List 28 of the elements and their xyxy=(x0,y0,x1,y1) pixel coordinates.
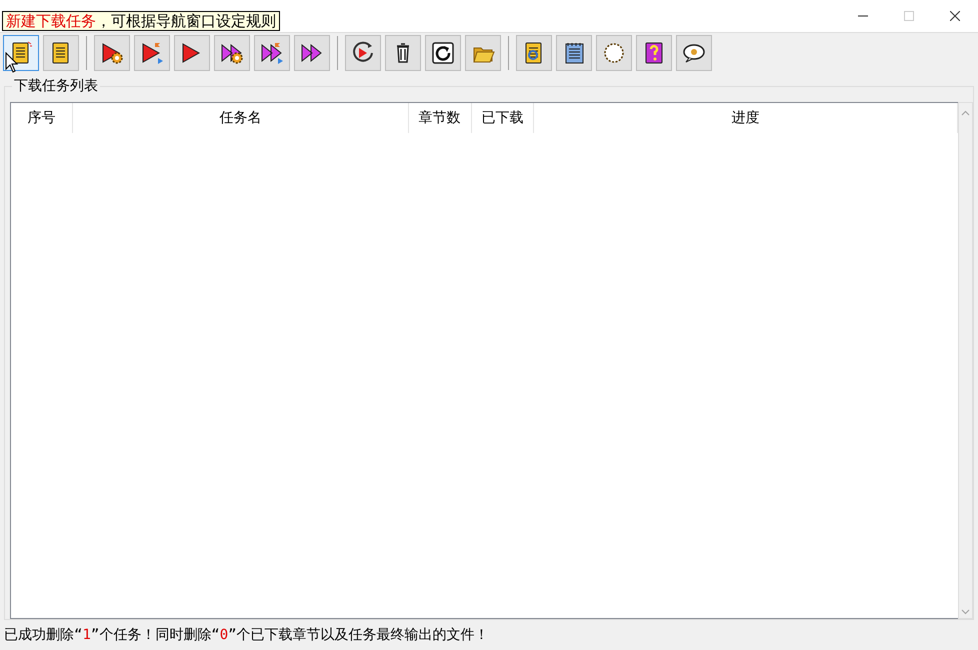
status-text: 已成功删除“1”个任务！同时删除“0”个已下载章节以及任务最终输出的文件！ xyxy=(3,626,490,645)
column-header[interactable]: 序号 xyxy=(11,103,73,133)
toolbar-button[interactable] xyxy=(94,34,130,70)
toolbar-button[interactable] xyxy=(174,34,210,70)
toolbar-button[interactable] xyxy=(596,34,632,70)
toolbar-button[interactable] xyxy=(556,34,592,70)
toolbar-button[interactable] xyxy=(345,34,381,70)
column-header[interactable]: 章节数 xyxy=(408,103,472,133)
toolbar-button[interactable] xyxy=(43,34,79,70)
toolbar-button[interactable] xyxy=(385,34,421,70)
toolbar-button[interactable] xyxy=(254,34,290,70)
tooltip: 新建下载任务，可根据导航窗口设定规则 xyxy=(2,11,280,31)
refresh-icon xyxy=(430,40,456,66)
group-title: 下载任务列表 xyxy=(12,77,100,95)
toolbar-button[interactable] xyxy=(214,34,250,70)
mouse-cursor-icon xyxy=(5,52,19,74)
toolbar-button[interactable] xyxy=(294,34,330,70)
task-list[interactable]: 序号 任务名 章节数 已下载 进度 xyxy=(10,102,958,619)
column-header[interactable]: 任务名 xyxy=(72,103,409,133)
toolbar-button[interactable] xyxy=(636,34,672,70)
column-header[interactable]: 已下载 xyxy=(472,103,534,133)
close-icon xyxy=(950,11,960,21)
toolbar-button[interactable] xyxy=(425,34,461,70)
toolbar-button[interactable] xyxy=(3,34,39,70)
toolbar-button[interactable] xyxy=(516,34,552,70)
maximize-icon xyxy=(904,11,914,21)
toolbar-button[interactable] xyxy=(676,34,712,70)
toolbar-button[interactable] xyxy=(134,34,170,70)
